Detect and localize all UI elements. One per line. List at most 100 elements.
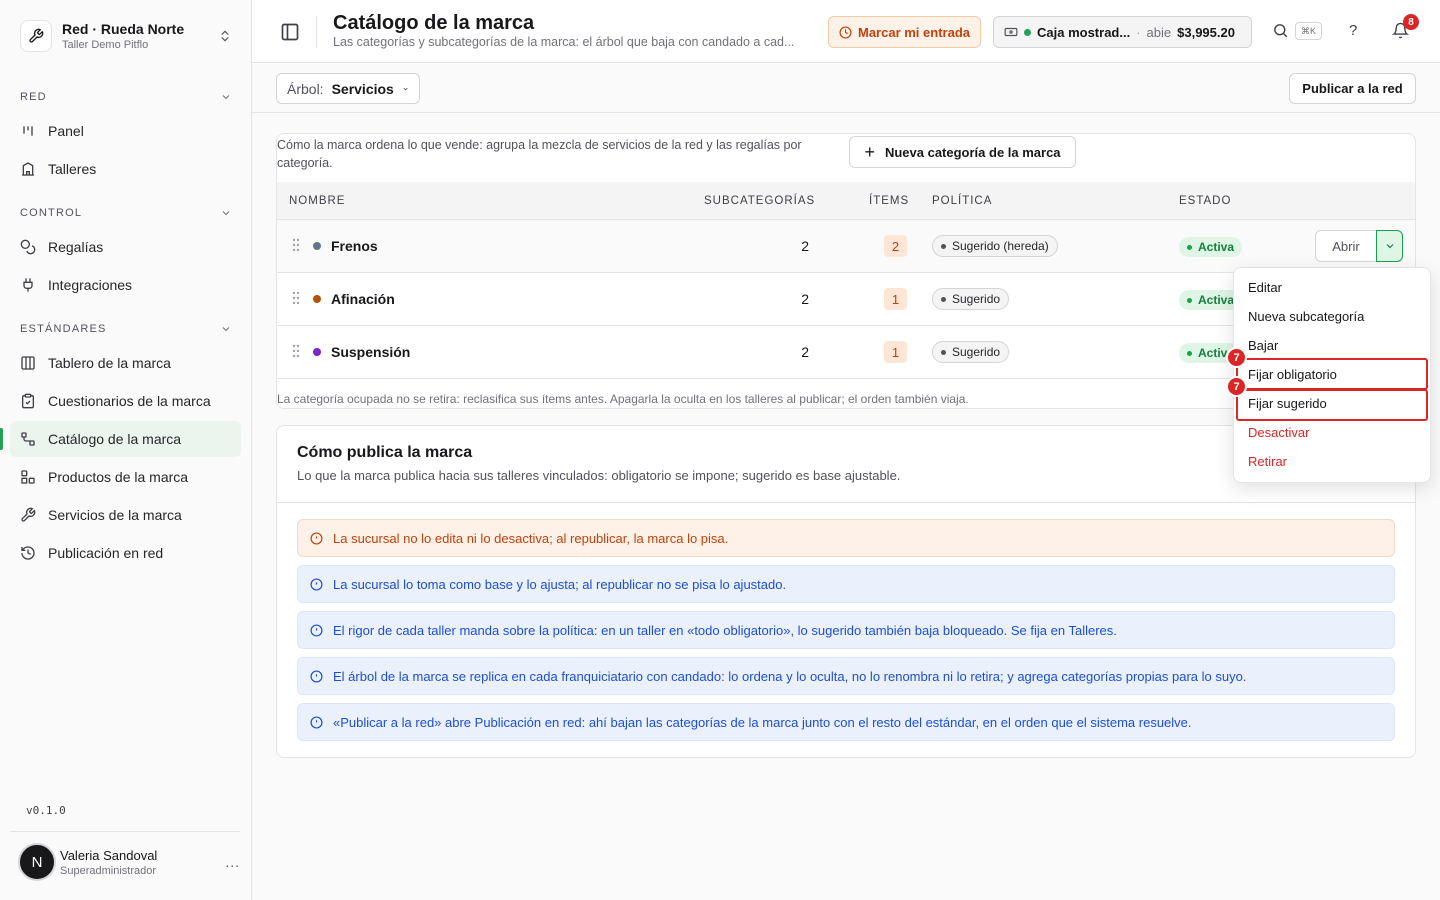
notification-badge: 8 (1403, 14, 1419, 30)
chevrons-up-down-icon (218, 29, 232, 43)
help-icon[interactable]: ? (1349, 22, 1357, 39)
catalog-footer-note: La categoría ocupada no se retira: recla… (277, 392, 969, 406)
section-control[interactable]: CONTROL (20, 204, 232, 222)
user-name: Valeria Sandoval (60, 847, 158, 863)
sidebar-item-cuestionarios[interactable]: Cuestionarios de la marca (10, 383, 241, 419)
menu-item-set-suggested[interactable]: Fijar sugerido (1235, 389, 1429, 418)
policy-badge: Sugerido (hereda) (932, 235, 1058, 257)
user-role: Superadministrador (60, 864, 156, 877)
org-switcher[interactable]: Red · Rueda Norte Taller Demo Pitflo (10, 10, 242, 62)
policy-label: Sugerido (952, 345, 1001, 359)
sidebar-toggle-icon[interactable] (280, 22, 300, 45)
chevron-down-icon (1386, 244, 1393, 249)
category-color-dot (313, 295, 321, 303)
sidebar-item-label: Catálogo de la marca (48, 431, 182, 447)
section-estandares[interactable]: ESTÁNDARES (20, 320, 232, 338)
top-header: Catálogo de la marca Las categorías y su… (252, 0, 1440, 63)
search-icon[interactable] (1272, 22, 1289, 42)
cash-amount: $3,995.20 (1177, 24, 1235, 40)
sidebar-item-integraciones[interactable]: Integraciones (10, 267, 241, 303)
publish-subtitle: Lo que la marca publica hacia sus taller… (297, 468, 901, 483)
divider (10, 831, 240, 832)
info-note: «Publicar a la red» abre Publicación en … (297, 703, 1395, 741)
publish-network-button[interactable]: Publicar a la red (1289, 73, 1416, 104)
menu-item-new-subcategory[interactable]: Nueva subcategoría (1235, 302, 1429, 331)
checkin-label: Marcar mi entrada (858, 24, 970, 40)
tree-select[interactable]: Árbol: Servicios (276, 73, 420, 104)
plug-icon (23, 278, 33, 292)
col-subcategories: SUBCATEGORÍAS (704, 195, 816, 207)
row-actions-toggle[interactable] (1376, 230, 1403, 262)
package-icon (21, 470, 35, 484)
items-count: 2 (884, 235, 907, 257)
tree-icon (21, 432, 35, 446)
category-color-dot (313, 348, 321, 356)
building-icon (22, 162, 34, 176)
menu-item-move-down[interactable]: Bajar (1235, 331, 1429, 360)
sidebar-item-label: Cuestionarios de la marca (48, 393, 211, 409)
sidebar-item-label: Productos de la marca (48, 469, 189, 485)
drag-handle-icon[interactable] (291, 238, 301, 255)
new-category-button[interactable]: + Nueva categoría de la marca (849, 136, 1076, 168)
divider (316, 16, 317, 48)
info-icon (310, 623, 323, 637)
wrench-icon (21, 507, 36, 522)
sidebar-item-regalias[interactable]: Regalías (10, 229, 241, 265)
info-icon (310, 669, 323, 683)
checkin-button[interactable]: Marcar mi entrada (828, 16, 981, 48)
chevron-down-icon (222, 95, 230, 100)
cash-register-button[interactable]: Caja mostrad... · abie $3,995.20 (993, 16, 1252, 48)
sidebar-item-label: Servicios de la marca (48, 507, 182, 523)
chevron-down-icon (222, 211, 230, 216)
history-icon (21, 546, 35, 560)
user-menu[interactable]: N Valeria Sandoval Superadministrador ..… (18, 842, 240, 882)
coins-icon (20, 239, 36, 255)
open-button[interactable]: Abrir (1315, 230, 1377, 262)
category-name: Afinación (331, 291, 395, 307)
info-icon (310, 715, 323, 729)
sidebar-item-catalogo[interactable]: Catálogo de la marca (10, 421, 241, 457)
col-policy: POLÍTICA (932, 195, 993, 207)
note-text: El rigor de cada taller manda sobre la p… (333, 622, 1117, 638)
menu-item-set-mandatory[interactable]: Fijar obligatorio (1235, 360, 1429, 389)
avatar: N (18, 843, 56, 881)
sidebar-item-label: Publicación en red (48, 545, 164, 561)
policy-label: Sugerido (952, 292, 1001, 306)
row-actions-menu: Editar Nueva subcategoría Bajar Fijar ob… (1233, 267, 1431, 483)
tree-value: Servicios (331, 80, 394, 97)
sidebar: Red · Rueda Norte Taller Demo Pitflo RED… (0, 0, 252, 900)
note-text: «Publicar a la red» abre Publicación en … (333, 714, 1192, 730)
menu-item-retire[interactable]: Retirar (1235, 447, 1429, 476)
sidebar-item-label: Regalías (48, 239, 104, 255)
subcategory-count: 2 (801, 344, 809, 360)
info-note: El rigor de cada taller manda sobre la p… (297, 611, 1395, 649)
drag-handle-icon[interactable] (291, 291, 301, 308)
drag-handle-icon[interactable] (291, 344, 301, 361)
section-red[interactable]: RED (20, 88, 232, 106)
separator: · (1136, 24, 1141, 40)
info-icon (310, 531, 323, 545)
sidebar-item-label: Tablero de la marca (48, 355, 171, 371)
sidebar-item-talleres[interactable]: Talleres (10, 151, 241, 187)
org-name: Red · Rueda Norte (62, 21, 185, 37)
annotation-marker: 7 (1226, 376, 1247, 397)
kanban-icon (23, 126, 33, 136)
sidebar-item-servicios[interactable]: Servicios de la marca (10, 497, 241, 533)
more-icon[interactable]: ... (225, 854, 240, 870)
table-row[interactable]: Frenos 2 2 Sugerido (hereda) Activa Abri… (277, 220, 1415, 273)
policy-label: Sugerido (hereda) (952, 239, 1049, 253)
items-count: 1 (884, 288, 907, 310)
sidebar-item-tablero[interactable]: Tablero de la marca (10, 345, 241, 381)
sidebar-item-panel[interactable]: Panel (10, 113, 241, 149)
info-note: La sucursal lo toma como base y lo ajust… (297, 565, 1395, 603)
warning-note: La sucursal no lo edita ni lo desactiva;… (297, 519, 1395, 557)
clock-icon (839, 25, 852, 39)
sidebar-item-publicacion[interactable]: Publicación en red (10, 535, 241, 571)
chevron-down-icon (403, 87, 408, 90)
sidebar-item-productos[interactable]: Productos de la marca (10, 459, 241, 495)
menu-item-edit[interactable]: Editar (1235, 273, 1429, 302)
sidebar-item-label: Panel (48, 123, 84, 139)
menu-item-deactivate[interactable]: Desactivar (1235, 418, 1429, 447)
status-dot (1024, 28, 1031, 36)
tree-label: Árbol: (287, 80, 324, 97)
